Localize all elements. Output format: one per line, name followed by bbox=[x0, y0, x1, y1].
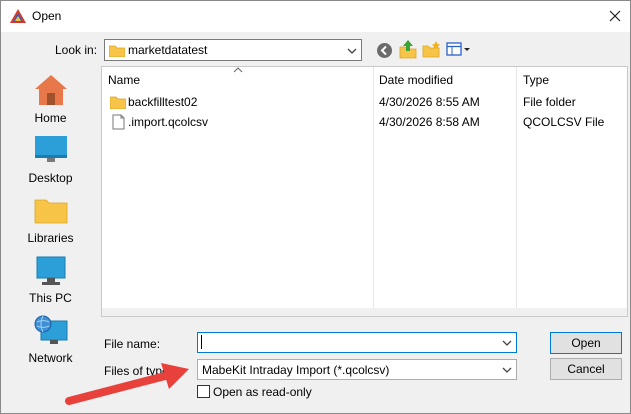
place-desktop[interactable]: Desktop bbox=[5, 132, 96, 192]
network-icon bbox=[34, 315, 68, 344]
files-of-type-select[interactable]: MabeKit Intraday Import (*.qcolcsv) bbox=[197, 359, 517, 380]
new-folder-icon[interactable] bbox=[422, 41, 441, 58]
file-name: backfilltest02 bbox=[128, 95, 198, 109]
list-item[interactable]: backfilltest02 4/30/2026 8:55 AM File fo… bbox=[102, 92, 627, 112]
close-button[interactable] bbox=[603, 5, 627, 27]
chevron-down-icon bbox=[502, 367, 512, 373]
column-header-type[interactable]: Type bbox=[523, 73, 549, 87]
view-menu-icon[interactable] bbox=[446, 42, 472, 57]
folder-icon bbox=[109, 45, 125, 57]
look-in-combo[interactable]: marketdatatest bbox=[104, 39, 362, 61]
read-only-label: Open as read-only bbox=[213, 385, 312, 399]
place-this-pc[interactable]: This PC bbox=[5, 252, 96, 312]
file-date: 4/30/2026 8:58 AM bbox=[379, 115, 480, 129]
app-logo-icon bbox=[10, 9, 26, 23]
read-only-checkbox[interactable] bbox=[197, 385, 210, 398]
chevron-down-icon bbox=[347, 48, 357, 54]
home-icon bbox=[35, 75, 67, 105]
title-bar: Open bbox=[1, 1, 630, 32]
open-button[interactable]: Open bbox=[550, 332, 622, 354]
place-home[interactable]: Home bbox=[5, 72, 96, 132]
horizontal-scrollbar[interactable] bbox=[102, 308, 627, 316]
file-icon bbox=[112, 114, 125, 130]
list-item[interactable]: .import.qcolcsv 4/30/2026 8:58 AM QCOLCS… bbox=[102, 112, 627, 132]
file-date: 4/30/2026 8:55 AM bbox=[379, 95, 480, 109]
file-list[interactable]: Name Date modified Type backfilltest02 4… bbox=[101, 66, 628, 317]
chevron-down-icon bbox=[502, 340, 512, 346]
place-libraries[interactable]: Libraries bbox=[5, 192, 96, 252]
place-label: Desktop bbox=[28, 171, 73, 185]
back-icon[interactable] bbox=[376, 42, 393, 59]
places-bar: Home Desktop Libraries This PC Network bbox=[5, 65, 96, 373]
file-name-label: File name: bbox=[104, 337, 161, 351]
up-folder-icon[interactable] bbox=[399, 40, 417, 59]
column-header-name[interactable]: Name bbox=[108, 73, 140, 87]
files-of-type-value: MabeKit Intraday Import (*.qcolcsv) bbox=[202, 363, 390, 377]
text-cursor bbox=[201, 335, 202, 349]
file-type: QCOLCSV File bbox=[523, 115, 605, 129]
file-name-input[interactable] bbox=[197, 332, 517, 353]
this-pc-icon bbox=[36, 256, 66, 285]
libraries-icon bbox=[34, 199, 68, 224]
window-title: Open bbox=[32, 9, 62, 23]
place-label: Libraries bbox=[27, 231, 74, 245]
column-header-date[interactable]: Date modified bbox=[379, 73, 453, 87]
cancel-button[interactable]: Cancel bbox=[550, 358, 622, 380]
look-in-label: Look in: bbox=[55, 43, 98, 57]
desktop-icon bbox=[35, 136, 67, 162]
annotation-arrow-icon bbox=[65, 363, 189, 405]
place-label: Home bbox=[34, 111, 67, 125]
sort-ascending-icon bbox=[233, 67, 243, 73]
look-in-value: marketdatatest bbox=[128, 43, 208, 57]
close-icon bbox=[609, 10, 621, 22]
open-dialog: Open Look in: marketdatatest Home Deskto… bbox=[0, 0, 631, 414]
folder-icon bbox=[110, 96, 126, 109]
place-label: This PC bbox=[29, 291, 72, 305]
file-type: File folder bbox=[523, 95, 576, 109]
file-name: .import.qcolcsv bbox=[128, 115, 209, 129]
